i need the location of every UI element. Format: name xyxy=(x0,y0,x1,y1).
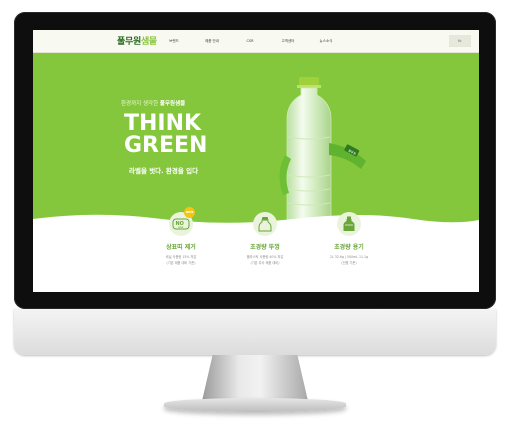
headline-line-green: GREEN xyxy=(124,133,208,158)
menu-item-news[interactable]: 뉴스소식 xyxy=(307,30,345,52)
hero-banner: 환경까지 생각한 풀무원샘물 THINK GREEN 라벨을 벗다. 환경을 입… xyxy=(33,53,479,227)
no-label-icon: NO label NEW xyxy=(169,207,195,236)
feature-title: 상표띠 제거 xyxy=(166,244,196,251)
feature-title: 초경량 뚜껑 xyxy=(250,244,280,251)
feature-list: NO label NEW 상표띠 제거 비닐 사용량 15% 저감 (기존 제품… xyxy=(145,207,385,266)
monitor-stand xyxy=(202,355,308,401)
hero-subtitle-brand: 풀무원샘물 xyxy=(159,101,186,107)
feature-desc-line2: (기존 제품 대비 기준) xyxy=(166,261,196,265)
menu-item-brand[interactable]: 브랜드 xyxy=(155,30,193,52)
feature-item-light-cap: 초경량 뚜껑 플라스틱 사용량 40% 저감 (기존 자사 제품 대비) xyxy=(229,212,301,266)
light-bottle-icon xyxy=(337,212,361,236)
svg-text:label: label xyxy=(178,226,184,229)
hero-headline: THINK GREEN xyxy=(124,113,207,157)
feature-desc-line2: (기존 자사 제품 대비) xyxy=(250,261,280,265)
feature-item-no-label: NO label NEW 상표띠 제거 비닐 사용량 15% 저감 (기존 제품… xyxy=(145,207,217,266)
website-screen: 풀무원샘물 브랜드 제품 안내 CSR 고객센터 뉴스소식 Kr 환경까지 생각… xyxy=(33,30,479,292)
headline-line-think: THINK xyxy=(124,111,202,136)
feature-desc-line1: 2L 32.6g | 500mL 11.1g xyxy=(329,255,369,259)
logo-text: 풀무원 xyxy=(117,37,141,47)
feature-desc-line2: (신병 기준) xyxy=(341,261,357,265)
monitor-chin xyxy=(14,309,496,355)
feature-desc-line1: 플라스틱 사용량 40% 저감 xyxy=(246,255,284,259)
hero-tagline: 라벨을 벗다. 환경을 입다 xyxy=(129,167,199,175)
water-bottle-image: 풀무원 xyxy=(279,77,366,224)
feature-item-light-bottle: 초경량 용기 2L 32.6g | 500mL 11.1g (신병 기준) xyxy=(313,212,385,266)
new-badge: NEW xyxy=(184,207,195,218)
menu-item-support[interactable]: 고객센터 xyxy=(269,30,307,52)
hero-subtitle: 환경까지 생각한 풀무원샘물 xyxy=(121,99,185,107)
language-button[interactable]: Kr xyxy=(449,35,471,47)
feature-desc-line1: 비닐 사용량 15% 저감 xyxy=(165,255,197,259)
brand-logo[interactable]: 풀무원샘물 xyxy=(117,34,157,47)
feature-title: 초경량 용기 xyxy=(334,244,364,251)
top-navigation: 풀무원샘물 브랜드 제품 안내 CSR 고객센터 뉴스소식 Kr xyxy=(33,30,479,53)
menu-item-csr[interactable]: CSR xyxy=(231,30,269,52)
menu-item-products[interactable]: 제품 안내 xyxy=(193,30,231,52)
main-menu: 브랜드 제품 안내 CSR 고객센터 뉴스소식 xyxy=(155,30,345,52)
hero-subtitle-prefix: 환경까지 생각한 xyxy=(121,101,159,107)
bottle-cap-icon xyxy=(253,212,277,236)
monitor-foot xyxy=(164,398,346,412)
